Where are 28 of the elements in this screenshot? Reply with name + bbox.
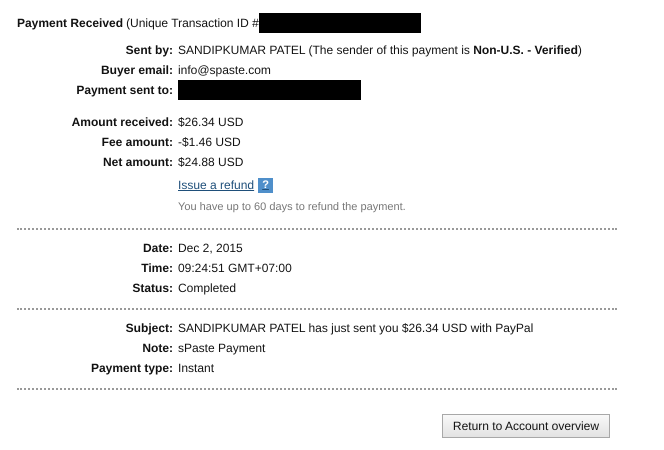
field-label: Note: bbox=[142, 341, 173, 355]
field-value: Instant bbox=[178, 361, 214, 375]
field-value: sPaste Payment bbox=[178, 341, 266, 355]
field-value: SANDIPKUMAR PATEL (The sender of this payment is Non-U.S. - Verified) bbox=[178, 43, 582, 57]
field-label: Sent by: bbox=[126, 43, 173, 57]
field-value: -$1.46 USD bbox=[178, 135, 241, 149]
return-button[interactable]: Return to Account overview bbox=[442, 414, 610, 438]
field-value: $26.34 USD bbox=[178, 115, 244, 129]
field-label: Time: bbox=[141, 261, 173, 275]
field-label: Fee amount: bbox=[102, 135, 173, 149]
field-value: 09:24:51 GMT+07:00 bbox=[178, 261, 292, 275]
field-value: $24.88 USD bbox=[178, 155, 244, 169]
field-value: Completed bbox=[178, 281, 236, 295]
page-title: Payment Received bbox=[17, 16, 124, 30]
field-value: SANDIPKUMAR PATEL has just sent you $26.34 USD with PayPal bbox=[178, 321, 534, 335]
field-label: Net amount: bbox=[103, 155, 173, 169]
refund-hint: You have up to 60 days to refund the payment. bbox=[178, 201, 406, 213]
field-label: Amount received: bbox=[72, 115, 173, 129]
field-label: Subject: bbox=[126, 321, 173, 335]
field-label: Status: bbox=[132, 281, 173, 295]
field-label: Payment type: bbox=[90, 361, 173, 375]
transaction-id-label: (Unique Transaction ID # bbox=[126, 16, 259, 30]
field-label: Payment sent to: bbox=[76, 83, 173, 97]
field-value: info@spaste.com bbox=[178, 63, 271, 77]
field-label: Date: bbox=[142, 241, 173, 255]
refund-link[interactable]: Issue a refund bbox=[178, 178, 254, 192]
field-label: Buyer email: bbox=[100, 63, 173, 77]
field-value: Dec 2, 2015 bbox=[178, 241, 243, 255]
